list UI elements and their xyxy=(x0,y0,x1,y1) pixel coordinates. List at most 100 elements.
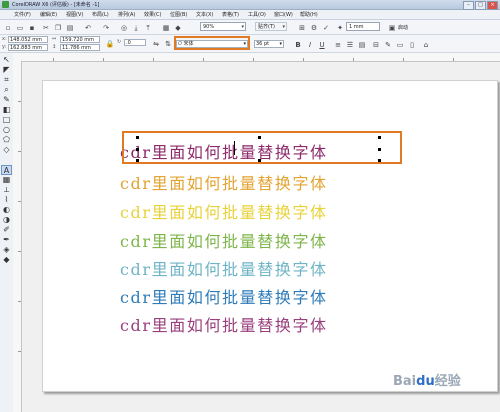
menu-bar: 文件(F) 编辑(E) 视图(V) 布局(L) 排列(A) 效果(C) 位图(B… xyxy=(0,10,500,20)
horizontal-text-icon[interactable]: ▭ xyxy=(394,39,406,51)
underline-icon[interactable]: U xyxy=(316,39,328,51)
selection-highlight-box xyxy=(122,131,402,164)
new-document-icon[interactable]: ▫ xyxy=(2,22,14,34)
align-left-icon[interactable]: ≡ xyxy=(332,39,344,51)
text-line-3[interactable]: cdr里面如何批量替换字体 xyxy=(120,199,328,223)
text-line-4[interactable]: cdr里面如何批量替换字体 xyxy=(120,228,328,252)
basic-shapes-tool-icon[interactable]: ◇ xyxy=(1,145,12,155)
options-icon[interactable]: ⚙ xyxy=(308,22,320,34)
redo-icon[interactable]: ↷ xyxy=(100,22,112,34)
ellipse-tool-icon[interactable]: ○ xyxy=(1,125,12,135)
selection-handle[interactable] xyxy=(258,159,261,162)
eyedropper-tool-icon[interactable]: ✐ xyxy=(1,225,12,235)
selection-handle[interactable] xyxy=(258,136,261,139)
coreldraw-app-icon xyxy=(2,1,9,8)
menu-file[interactable]: 文件(F) xyxy=(14,11,31,18)
blend-tool-icon[interactable]: ◐ xyxy=(1,205,12,215)
x-label: x: xyxy=(2,36,7,42)
nudge-distance-field[interactable]: 1 mm xyxy=(346,22,380,31)
open-icon[interactable]: ▭ xyxy=(14,22,26,34)
rotation-angle-field[interactable]: .0 xyxy=(124,39,146,46)
menu-effects[interactable]: 效果(C) xyxy=(144,11,161,18)
font-size-dropdown[interactable]: 36 pt ▾ xyxy=(254,40,284,48)
vertical-text-icon[interactable]: ▯ xyxy=(406,39,418,51)
zoom-tool-icon[interactable]: ⌕ xyxy=(1,85,12,95)
save-icon[interactable]: ▪ xyxy=(26,22,38,34)
menu-arrange[interactable]: 排列(A) xyxy=(118,11,135,18)
drop-cap-icon[interactable]: ▤ xyxy=(356,39,368,51)
menu-edit[interactable]: 编辑(E) xyxy=(40,11,57,18)
nudge-icon[interactable]: ✦ xyxy=(334,22,346,34)
welcome-screen-icon[interactable]: ◆ xyxy=(172,22,184,34)
launch-icon[interactable]: ▣ xyxy=(386,22,398,34)
text-line-5[interactable]: cdr里面如何批量替换字体 xyxy=(120,256,328,280)
transparency-tool-icon[interactable]: ◑ xyxy=(1,215,12,225)
menu-table[interactable]: 表格(T) xyxy=(222,11,239,18)
height-field[interactable]: 11.786 mm xyxy=(60,44,100,51)
text-properties-icon[interactable]: ⊟ xyxy=(370,39,382,51)
export-icon[interactable]: ⤒ xyxy=(142,22,154,34)
x-position-field[interactable]: 148.052 mm xyxy=(8,36,48,43)
interactive-fill-tool-icon[interactable]: ◆ xyxy=(1,255,12,265)
snap-icon[interactable]: ⊞ xyxy=(296,22,308,34)
menu-view[interactable]: 视图(V) xyxy=(66,11,83,18)
undo-icon[interactable]: ↶ xyxy=(82,22,94,34)
connector-tool-icon[interactable]: ⌇ xyxy=(1,195,12,205)
dimension-tool-icon[interactable]: ⟂ xyxy=(1,185,12,195)
launch-label[interactable]: 启动 xyxy=(398,24,408,31)
table-tool-icon[interactable]: ▦ xyxy=(1,175,12,185)
y-label: y: xyxy=(2,44,7,50)
standard-toolbar: ▫ ▭ ▪ ✂ ❐ ▤ ↶ ↷ ◎ ⤓ ⤒ ▦ ◆ 90% ▾ 贴齐(T) ▾ ⊞ … xyxy=(0,20,500,35)
selection-handle[interactable] xyxy=(378,159,381,162)
import-icon[interactable]: ⤓ xyxy=(130,22,142,34)
pick-tool-icon[interactable]: ↖ xyxy=(1,55,12,65)
menu-window[interactable]: 窗口(W) xyxy=(274,11,293,18)
selection-handle[interactable] xyxy=(136,159,139,162)
menu-bitmaps[interactable]: 位图(B) xyxy=(170,11,187,18)
freehand-tool-icon[interactable]: ✎ xyxy=(1,95,12,105)
snap-to-dropdown[interactable]: 贴齐(T) ▾ xyxy=(255,22,287,31)
text-tool-icon[interactable]: A xyxy=(1,165,12,175)
text-line-7[interactable]: cdr里面如何批量替换字体 xyxy=(120,312,328,336)
vertical-ruler[interactable] xyxy=(13,61,22,412)
mirror-vertical-icon[interactable]: ⇅ xyxy=(162,38,174,50)
mirror-horizontal-icon[interactable]: ⇋ xyxy=(150,38,162,50)
menu-tools[interactable]: 工具(O) xyxy=(248,11,266,18)
property-bar: x: 148.052 mm y: 162.883 mm ↔ 159.720 mm… xyxy=(0,35,500,53)
bold-icon[interactable]: B xyxy=(292,39,304,51)
horizontal-ruler[interactable] xyxy=(13,53,500,62)
text-line-6[interactable]: cdr里面如何批量替换字体 xyxy=(120,284,328,308)
polygon-tool-icon[interactable]: ⬠ xyxy=(1,135,12,145)
y-position-field[interactable]: 162.883 mm xyxy=(8,44,48,51)
application-launcher-icon[interactable]: ▦ xyxy=(160,22,172,34)
paste-icon[interactable]: ▤ xyxy=(64,22,76,34)
selection-handle[interactable] xyxy=(136,148,139,151)
width-field[interactable]: 159.720 mm xyxy=(60,36,100,43)
selection-handle[interactable] xyxy=(378,148,381,151)
smart-fill-tool-icon[interactable]: ◧ xyxy=(1,105,12,115)
copy-icon[interactable]: ❐ xyxy=(52,22,64,34)
search-content-icon[interactable]: ◎ xyxy=(118,22,130,34)
dynamic-guides-icon[interactable]: ✓ xyxy=(320,22,332,34)
outline-pen-tool-icon[interactable]: ✒ xyxy=(1,235,12,245)
close-button[interactable]: × xyxy=(487,1,498,10)
selection-handle[interactable] xyxy=(136,136,139,139)
edit-text-icon[interactable]: ✎ xyxy=(382,39,394,51)
menu-layout[interactable]: 布局(L) xyxy=(92,11,109,18)
shape-tool-icon[interactable]: ◤ xyxy=(1,65,12,75)
maximize-button[interactable]: □ xyxy=(475,1,486,10)
minimize-button[interactable]: – xyxy=(463,1,474,10)
menu-help[interactable]: 帮助(H) xyxy=(300,11,318,18)
crop-tool-icon[interactable]: ⌗ xyxy=(1,75,12,85)
interactive-opentype-icon[interactable]: ⌂ xyxy=(420,39,432,51)
rectangle-tool-icon[interactable]: □ xyxy=(1,115,12,125)
bullet-list-icon[interactable]: ☰ xyxy=(344,39,356,51)
cut-icon[interactable]: ✂ xyxy=(40,22,52,34)
selection-handle[interactable] xyxy=(378,136,381,139)
zoom-level-dropdown[interactable]: 90% ▾ xyxy=(200,22,246,31)
text-line-2[interactable]: cdr里面如何批量替换字体 xyxy=(120,170,328,194)
menu-text[interactable]: 文本(X) xyxy=(196,11,213,18)
fill-tool-icon[interactable]: ◈ xyxy=(1,245,12,255)
italic-icon[interactable]: I xyxy=(304,39,316,51)
lock-ratio-icon[interactable]: 🔒 xyxy=(104,38,116,50)
